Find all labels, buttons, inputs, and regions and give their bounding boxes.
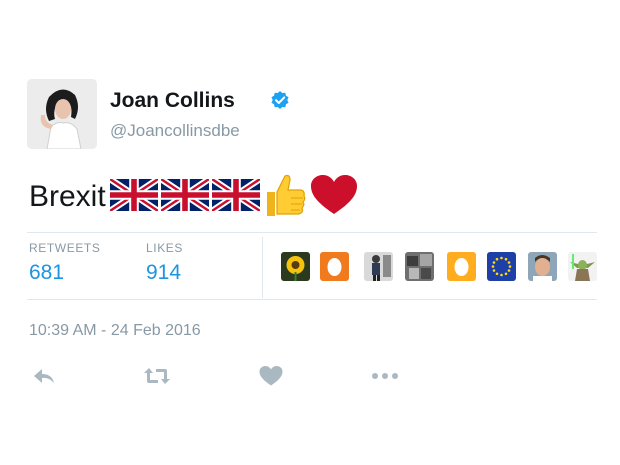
tweet-timestamp[interactable]: 10:39 AM - 24 Feb 2016 bbox=[29, 322, 201, 340]
sunflower-icon bbox=[281, 252, 310, 281]
eu-flag-icon bbox=[487, 252, 516, 281]
stats-bottom-divider bbox=[27, 299, 597, 300]
liker-avatar[interactable] bbox=[320, 252, 349, 281]
more-button[interactable] bbox=[371, 364, 399, 388]
stats-vertical-divider bbox=[262, 237, 263, 298]
egg-avatar-icon bbox=[320, 252, 349, 281]
man-face-icon bbox=[528, 252, 557, 281]
like-icon bbox=[259, 366, 283, 386]
more-icon bbox=[372, 373, 398, 379]
red-heart-icon bbox=[310, 174, 358, 221]
likes-stat[interactable]: LIKES 914 bbox=[146, 241, 183, 285]
retweets-count: 681 bbox=[29, 261, 65, 284]
profile-photo bbox=[27, 79, 97, 149]
greyscale-photo-icon bbox=[405, 252, 434, 281]
liker-avatar[interactable] bbox=[364, 252, 393, 281]
thumbs-up-icon bbox=[263, 172, 307, 223]
uk-flag-icon bbox=[158, 175, 211, 216]
reply-button[interactable] bbox=[30, 364, 58, 388]
tweet-text: Brexit bbox=[29, 174, 361, 220]
person-standing-icon bbox=[364, 252, 393, 281]
retweets-label: RETWEETS bbox=[29, 241, 101, 255]
user-handle[interactable]: @Joancollinsdbe bbox=[110, 121, 240, 141]
uk-flag-icon bbox=[209, 175, 262, 216]
liker-avatar[interactable] bbox=[528, 252, 557, 281]
retweets-stat[interactable]: RETWEETS 681 bbox=[29, 241, 100, 285]
like-button[interactable] bbox=[257, 364, 285, 388]
likes-label: LIKES bbox=[146, 241, 184, 255]
liker-avatar[interactable] bbox=[405, 252, 434, 281]
stats-top-divider bbox=[27, 232, 597, 233]
display-name[interactable]: Joan Collins bbox=[110, 89, 235, 113]
likes-count: 914 bbox=[146, 261, 182, 284]
tweet-body: Brexit bbox=[29, 180, 106, 213]
retweet-button[interactable] bbox=[143, 364, 171, 388]
uk-flag-icon bbox=[107, 175, 160, 216]
liker-avatar[interactable] bbox=[568, 252, 597, 281]
yoda-icon bbox=[568, 252, 597, 281]
avatar[interactable] bbox=[27, 79, 97, 149]
verified-badge-icon bbox=[270, 90, 290, 110]
liker-avatar[interactable] bbox=[447, 252, 476, 281]
reply-icon bbox=[34, 369, 54, 383]
liker-avatar[interactable] bbox=[281, 252, 310, 281]
liker-avatar[interactable] bbox=[487, 252, 516, 281]
egg-avatar-icon bbox=[447, 252, 476, 281]
retweet-icon bbox=[144, 368, 170, 384]
